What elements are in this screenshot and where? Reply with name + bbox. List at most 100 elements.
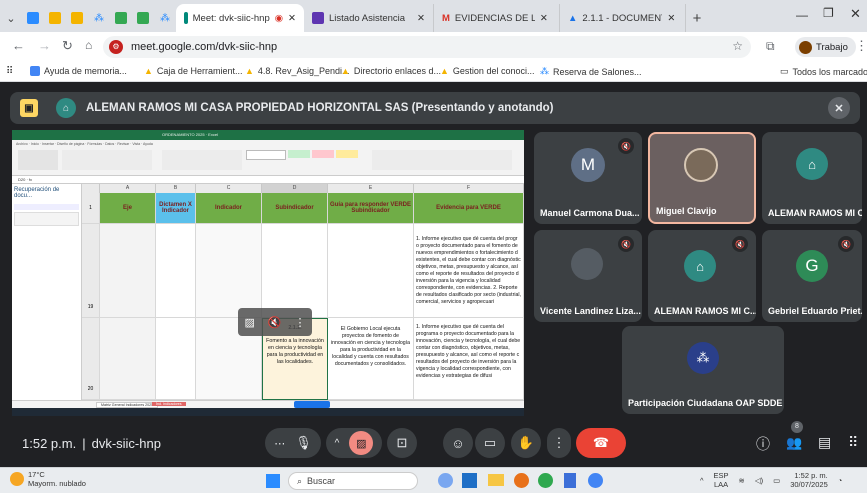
col-header[interactable]: E — [328, 184, 414, 193]
header-cell[interactable]: Indicador — [196, 193, 262, 224]
participant-tile-speaking[interactable]: Miguel Clavijo — [648, 132, 756, 224]
forward-icon[interactable]: → — [38, 38, 51, 53]
audio-options-button[interactable]: ⋯ 🎙 — [265, 428, 321, 458]
weather-widget[interactable]: 17°C Mayorm. nublado — [10, 470, 86, 488]
home-icon[interactable]: ⌂ — [85, 38, 92, 52]
info-icon[interactable]: ⓘ — [756, 434, 770, 454]
leave-call-button[interactable]: ☎ — [576, 428, 626, 458]
bookmark-item[interactable]: ▲ Gestion del conoci... — [440, 66, 534, 76]
pinned-tab-icon[interactable] — [22, 4, 44, 32]
pinned-tab-icon[interactable] — [132, 4, 154, 32]
volume-icon[interactable]: ◁) — [755, 476, 763, 485]
site-info-icon[interactable]: ⚙ — [109, 40, 123, 54]
header-cell[interactable]: Dictamen X Indicador — [156, 193, 196, 224]
camera-button[interactable]: ^ ▨ — [326, 428, 382, 458]
present-button[interactable]: ⊡ — [387, 428, 417, 458]
app-icon[interactable] — [514, 473, 529, 488]
tab-evidencias[interactable]: M EVIDENCIAS DE LA MA ✕ — [434, 4, 560, 32]
new-tab-icon[interactable]: + — [686, 4, 708, 32]
more-options-icon[interactable]: ⋮ — [294, 316, 305, 329]
pinned-tab-icon[interactable] — [44, 4, 66, 32]
battery-icon[interactable]: ▭ — [773, 476, 780, 485]
cell[interactable] — [328, 224, 414, 318]
language-indicator[interactable]: ESP LAA — [714, 471, 729, 489]
pinned-tab-icon[interactable] — [66, 4, 88, 32]
pinned-tab-icon[interactable] — [110, 4, 132, 32]
start-icon[interactable] — [266, 474, 280, 488]
close-icon[interactable]: ✕ — [417, 13, 425, 24]
header-cell[interactable]: Evidencia para VERDE — [414, 193, 524, 224]
search-box[interactable]: ⌕ Buscar — [288, 472, 418, 490]
unpin-icon[interactable]: ✕ — [828, 97, 850, 119]
row-header[interactable]: 1 — [82, 193, 100, 224]
pinned-tab-icon[interactable]: ⁂ — [154, 4, 176, 32]
close-icon[interactable]: ✕ — [288, 13, 296, 24]
folder-icon[interactable] — [488, 474, 504, 486]
cell[interactable] — [100, 318, 156, 400]
more-button[interactable]: ⋮ — [547, 428, 571, 458]
address-bar[interactable]: ⚙ meet.google.com/dvk-siic-hnp ☆ — [103, 36, 751, 58]
bookmark-item[interactable]: ▲ 4.8. Rev_Asig_Pendi... — [245, 66, 349, 76]
app-icon[interactable] — [538, 473, 553, 488]
row-header[interactable]: 19 — [82, 224, 100, 318]
header-cell[interactable]: Eje — [100, 193, 156, 224]
app-icon[interactable] — [588, 473, 603, 488]
col-header[interactable]: F — [414, 184, 524, 193]
participant-tile[interactable]: M 🔇 Manuel Carmona Dua... — [534, 132, 642, 224]
col-header[interactable]: D — [262, 184, 328, 193]
bookmark-item[interactable]: ▲ Directorio enlaces d... — [341, 66, 441, 76]
close-window-icon[interactable]: ✕ — [850, 6, 861, 22]
raise-hand-button[interactable]: ✋ — [511, 428, 541, 458]
app-icon[interactable] — [564, 473, 576, 488]
bookmark-item[interactable]: ▲ Caja de Herramient... — [144, 66, 242, 76]
bookmark-item[interactable]: Ayuda de memoria... — [30, 66, 127, 76]
chat-icon[interactable]: ▤ — [818, 434, 831, 451]
extensions-icon[interactable]: ⧉ — [766, 39, 775, 54]
apps-icon[interactable]: ⠿ — [6, 66, 13, 77]
participant-tile[interactable]: 🔇 Vicente Landinez Liza... — [534, 230, 642, 322]
tab-meet[interactable]: Meet: dvk-siic-hnp ◉ ✕ — [176, 4, 304, 32]
participant-tile[interactable]: ⌂ ALEMAN RAMOS MI C... — [762, 132, 862, 224]
col-header[interactable]: B — [156, 184, 196, 193]
header-cell[interactable]: Guía para responder VERDE Subindicador — [328, 193, 414, 224]
header-cell[interactable]: Subindicador — [262, 193, 328, 224]
close-icon[interactable]: ✕ — [667, 13, 675, 24]
cell[interactable] — [100, 224, 156, 318]
profile-button[interactable]: Trabajo — [795, 37, 856, 57]
col-header[interactable]: A — [100, 184, 156, 193]
cell-f20[interactable]: 1. Informe ejecutivo que dé cuenta del p… — [414, 318, 524, 400]
sheet-tab[interactable]: Índ. Indicadores — [152, 402, 186, 406]
all-bookmarks[interactable]: ▭Todos los marcadores — [780, 66, 867, 77]
restore-icon[interactable]: ❐ — [823, 6, 834, 20]
row-header[interactable]: 20 — [82, 318, 100, 400]
back-icon[interactable]: ← — [12, 38, 25, 53]
chevron-up-icon[interactable]: ^ — [700, 476, 704, 485]
cell[interactable] — [156, 318, 196, 400]
tab-search-icon[interactable]: ⌄ — [0, 4, 22, 32]
cell-e20[interactable]: El Gobierno Local ejecuta proyectos de f… — [328, 318, 414, 400]
reactions-button[interactable]: ☺ — [443, 428, 473, 458]
cell[interactable] — [156, 224, 196, 318]
clock[interactable]: 1:52 p. m. 30/07/2025 — [790, 471, 828, 489]
participant-tile[interactable]: ⁂ Participación Ciudadana OAP SDDE — [622, 326, 784, 414]
mic-off-icon[interactable]: 🔇 — [268, 316, 282, 329]
minimize-icon[interactable]: — — [796, 8, 808, 22]
cell-f19[interactable]: 1. Informe ejecutivo que dé cuenta del p… — [414, 224, 524, 318]
menu-icon[interactable]: ⋮ — [855, 38, 867, 54]
reload-icon[interactable]: ↻ — [62, 38, 73, 54]
tab-documentos[interactable]: ▲ 2.1.1 - DOCUMENTOS ✕ — [560, 4, 686, 32]
cell[interactable] — [196, 224, 262, 318]
camera-off-icon[interactable]: ▨ — [244, 316, 254, 329]
wifi-icon[interactable]: ≋ — [739, 476, 745, 485]
pinned-tab-icon[interactable]: ⁂ — [88, 4, 110, 32]
bookmark-star-icon[interactable]: ☆ — [732, 39, 743, 53]
app-icon[interactable] — [462, 473, 477, 488]
notification-icon[interactable]: ◔ — [838, 476, 843, 485]
activities-icon[interactable]: ⠿ — [848, 434, 858, 451]
participant-tile[interactable]: ⌂ 🔇 ALEMAN RAMOS MI C... — [648, 230, 756, 322]
bookmark-item[interactable]: ⁂ Reserva de Salones... — [540, 66, 642, 77]
close-icon[interactable]: ✕ — [540, 13, 548, 24]
participant-tile[interactable]: G 🔇 Gebriel Eduardo Priet... — [762, 230, 862, 322]
tab-listado[interactable]: Listado Asistencia ✕ — [304, 4, 434, 32]
people-button[interactable]: 👥 8 — [786, 421, 803, 451]
